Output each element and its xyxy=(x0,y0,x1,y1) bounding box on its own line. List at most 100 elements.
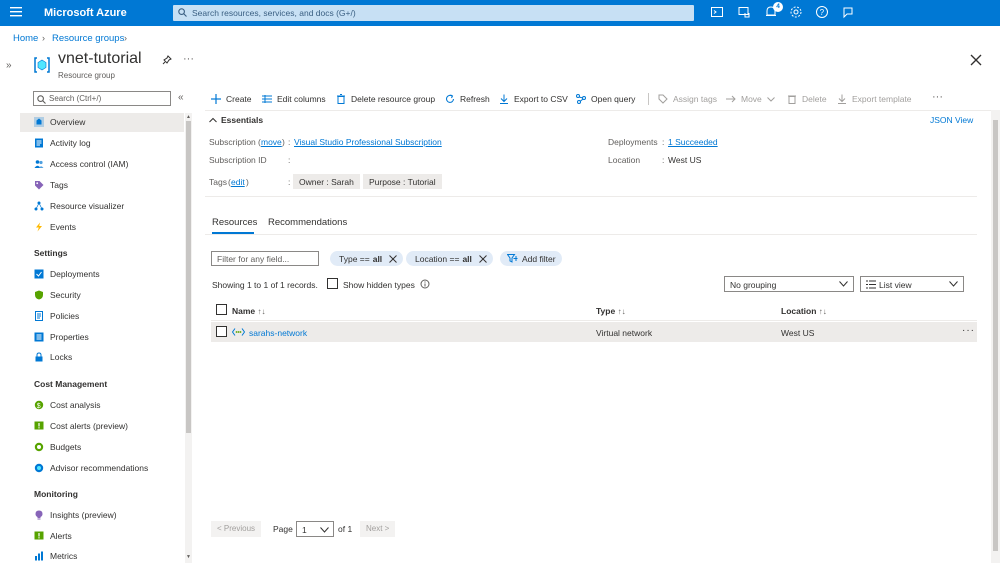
tabs-divider xyxy=(205,234,977,235)
colon: : xyxy=(288,155,291,165)
location-value: West US xyxy=(668,155,702,165)
nav-item-metrics[interactable]: Metrics xyxy=(34,550,77,562)
location-filter-pill[interactable]: Location == all xyxy=(406,251,493,266)
close-icon[interactable] xyxy=(970,54,982,66)
deployments-link[interactable]: 1 Succeeded xyxy=(668,137,718,147)
more-options-icon[interactable]: ··· xyxy=(183,53,194,65)
colon: : xyxy=(662,137,665,147)
tab-resources[interactable]: Resources xyxy=(212,217,257,228)
type-filter-label: Type == xyxy=(339,253,370,264)
nav-item-overview[interactable]: Overview xyxy=(34,116,85,128)
breadcrumb-home[interactable]: Home xyxy=(13,33,38,44)
nav-item-label: Cost alerts (preview) xyxy=(50,421,128,431)
nav-item-resource-visualizer[interactable]: Resource visualizer xyxy=(34,200,124,212)
page-number-value: 1 xyxy=(302,525,307,535)
nav-item-cost-alerts[interactable]: Cost alerts (preview) xyxy=(34,420,128,432)
delete-button[interactable]: Delete xyxy=(787,93,827,105)
select-all-checkbox[interactable] xyxy=(216,304,227,315)
brand-title[interactable]: Microsoft Azure xyxy=(44,7,127,19)
main-scrollbar[interactable] xyxy=(991,110,1000,563)
cloud-shell-icon[interactable] xyxy=(710,5,726,21)
close-icon[interactable] xyxy=(389,254,398,263)
nav-item-label: Tags xyxy=(50,180,68,190)
nav-item-policies[interactable]: Policies xyxy=(34,310,79,322)
notifications-bell-icon[interactable]: 4 xyxy=(764,2,783,21)
nav-item-tags[interactable]: Tags xyxy=(34,179,68,191)
add-filter-button[interactable]: Add filter xyxy=(500,251,562,266)
nav-item-events[interactable]: Events xyxy=(34,221,76,233)
expand-menu-icon[interactable]: » xyxy=(6,60,12,71)
nav-item-budgets[interactable]: Budgets xyxy=(34,441,81,453)
hamburger-menu-icon[interactable] xyxy=(10,7,22,17)
tag-pill-purpose[interactable]: Purpose : Tutorial xyxy=(363,174,442,189)
grouping-dropdown[interactable]: No grouping xyxy=(724,276,854,292)
nav-item-label: Insights (preview) xyxy=(50,510,117,520)
main-scrollbar-thumb[interactable] xyxy=(993,120,998,551)
row-checkbox[interactable] xyxy=(216,326,227,337)
show-hidden-label[interactable]: Show hidden types xyxy=(343,280,415,290)
nav-item-properties[interactable]: Properties xyxy=(34,331,89,343)
essentials-divider xyxy=(205,196,977,197)
chevron-up-icon[interactable] xyxy=(209,116,217,124)
settings-gear-icon[interactable] xyxy=(789,5,805,21)
directory-filter-icon[interactable] xyxy=(737,5,753,21)
nav-scrollbar[interactable] xyxy=(185,113,192,563)
column-header-name[interactable]: Name ↑↓ xyxy=(232,306,266,316)
nav-item-label: Advisor recommendations xyxy=(50,463,149,473)
nav-item-cost-analysis[interactable]: $ Cost analysis xyxy=(34,399,101,411)
collapse-nav-icon[interactable]: « xyxy=(178,92,184,103)
refresh-button[interactable]: Refresh xyxy=(445,93,490,105)
scroll-up-arrow-icon[interactable]: ▲ xyxy=(186,114,191,120)
resource-name-link[interactable]: sarahs-network xyxy=(249,328,307,338)
nav-item-security[interactable]: Security xyxy=(34,289,81,301)
column-header-type[interactable]: Type ↑↓ xyxy=(596,306,626,316)
table-row[interactable] xyxy=(211,322,977,342)
nav-search-input[interactable]: Search (Ctrl+/) xyxy=(33,91,171,106)
pin-icon[interactable] xyxy=(162,55,172,65)
view-dropdown[interactable]: List view xyxy=(860,276,964,292)
tab-recommendations[interactable]: Recommendations xyxy=(268,217,347,228)
next-page-button[interactable]: Next > xyxy=(360,521,396,537)
type-filter-pill[interactable]: Type == all xyxy=(330,251,404,266)
nav-item-deployments[interactable]: Deployments xyxy=(34,268,100,280)
more-commands-icon[interactable]: ··· xyxy=(932,91,943,103)
row-more-options-icon[interactable]: ··· xyxy=(962,325,975,336)
json-view-link[interactable]: JSON View xyxy=(930,115,973,125)
info-icon[interactable] xyxy=(420,279,430,289)
filter-input[interactable]: Filter for any field... xyxy=(211,251,319,266)
search-placeholder: Search resources, services, and docs (G+… xyxy=(192,8,356,18)
export-csv-button[interactable]: Export to CSV xyxy=(499,93,568,105)
nav-item-activity-log[interactable]: Activity log xyxy=(34,137,91,149)
page-number-dropdown[interactable]: 1 xyxy=(296,521,334,537)
open-query-button[interactable]: Open query xyxy=(576,93,635,105)
nav-scrollbar-thumb[interactable] xyxy=(186,121,191,433)
edit-columns-button[interactable]: Edit columns xyxy=(262,93,326,105)
global-search-input[interactable]: Search resources, services, and docs (G+… xyxy=(173,5,694,21)
nav-item-label: Properties xyxy=(50,332,89,342)
move-button[interactable]: Move xyxy=(726,93,775,105)
nav-item-alerts[interactable]: Alerts xyxy=(34,530,72,542)
page-total: of 1 xyxy=(338,524,353,534)
scroll-down-arrow-icon[interactable]: ▼ xyxy=(186,554,191,560)
nav-item-access-control[interactable]: Access control (IAM) xyxy=(34,158,128,170)
create-button[interactable]: Create xyxy=(211,93,252,105)
move-link[interactable]: move xyxy=(261,137,282,147)
assign-tags-button[interactable]: Assign tags xyxy=(658,93,717,105)
export-template-button[interactable]: Export template xyxy=(837,93,912,105)
delete-resource-group-button[interactable]: Delete resource group xyxy=(336,93,435,105)
subscription-value-link[interactable]: Visual Studio Professional Subscription xyxy=(294,137,442,147)
nav-item-advisor[interactable]: Advisor recommendations xyxy=(34,462,148,474)
feedback-icon[interactable] xyxy=(841,5,857,21)
help-question-icon[interactable]: ? xyxy=(815,5,831,21)
show-hidden-checkbox[interactable] xyxy=(327,278,338,289)
breadcrumb-resource-groups[interactable]: Resource groups xyxy=(52,33,124,44)
column-header-location[interactable]: Location ↑↓ xyxy=(781,306,827,316)
nav-item-locks[interactable]: Locks xyxy=(34,351,72,363)
edit-tags-link[interactable]: edit xyxy=(231,177,245,187)
essentials-header[interactable]: Essentials xyxy=(221,115,263,125)
nav-item-insights[interactable]: Insights (preview) xyxy=(34,509,117,521)
close-icon[interactable] xyxy=(479,254,487,263)
previous-page-button[interactable]: < Previous xyxy=(211,521,262,537)
delete-rg-label: Delete resource group xyxy=(351,94,436,104)
tag-pill-owner[interactable]: Owner : Sarah xyxy=(293,174,360,189)
